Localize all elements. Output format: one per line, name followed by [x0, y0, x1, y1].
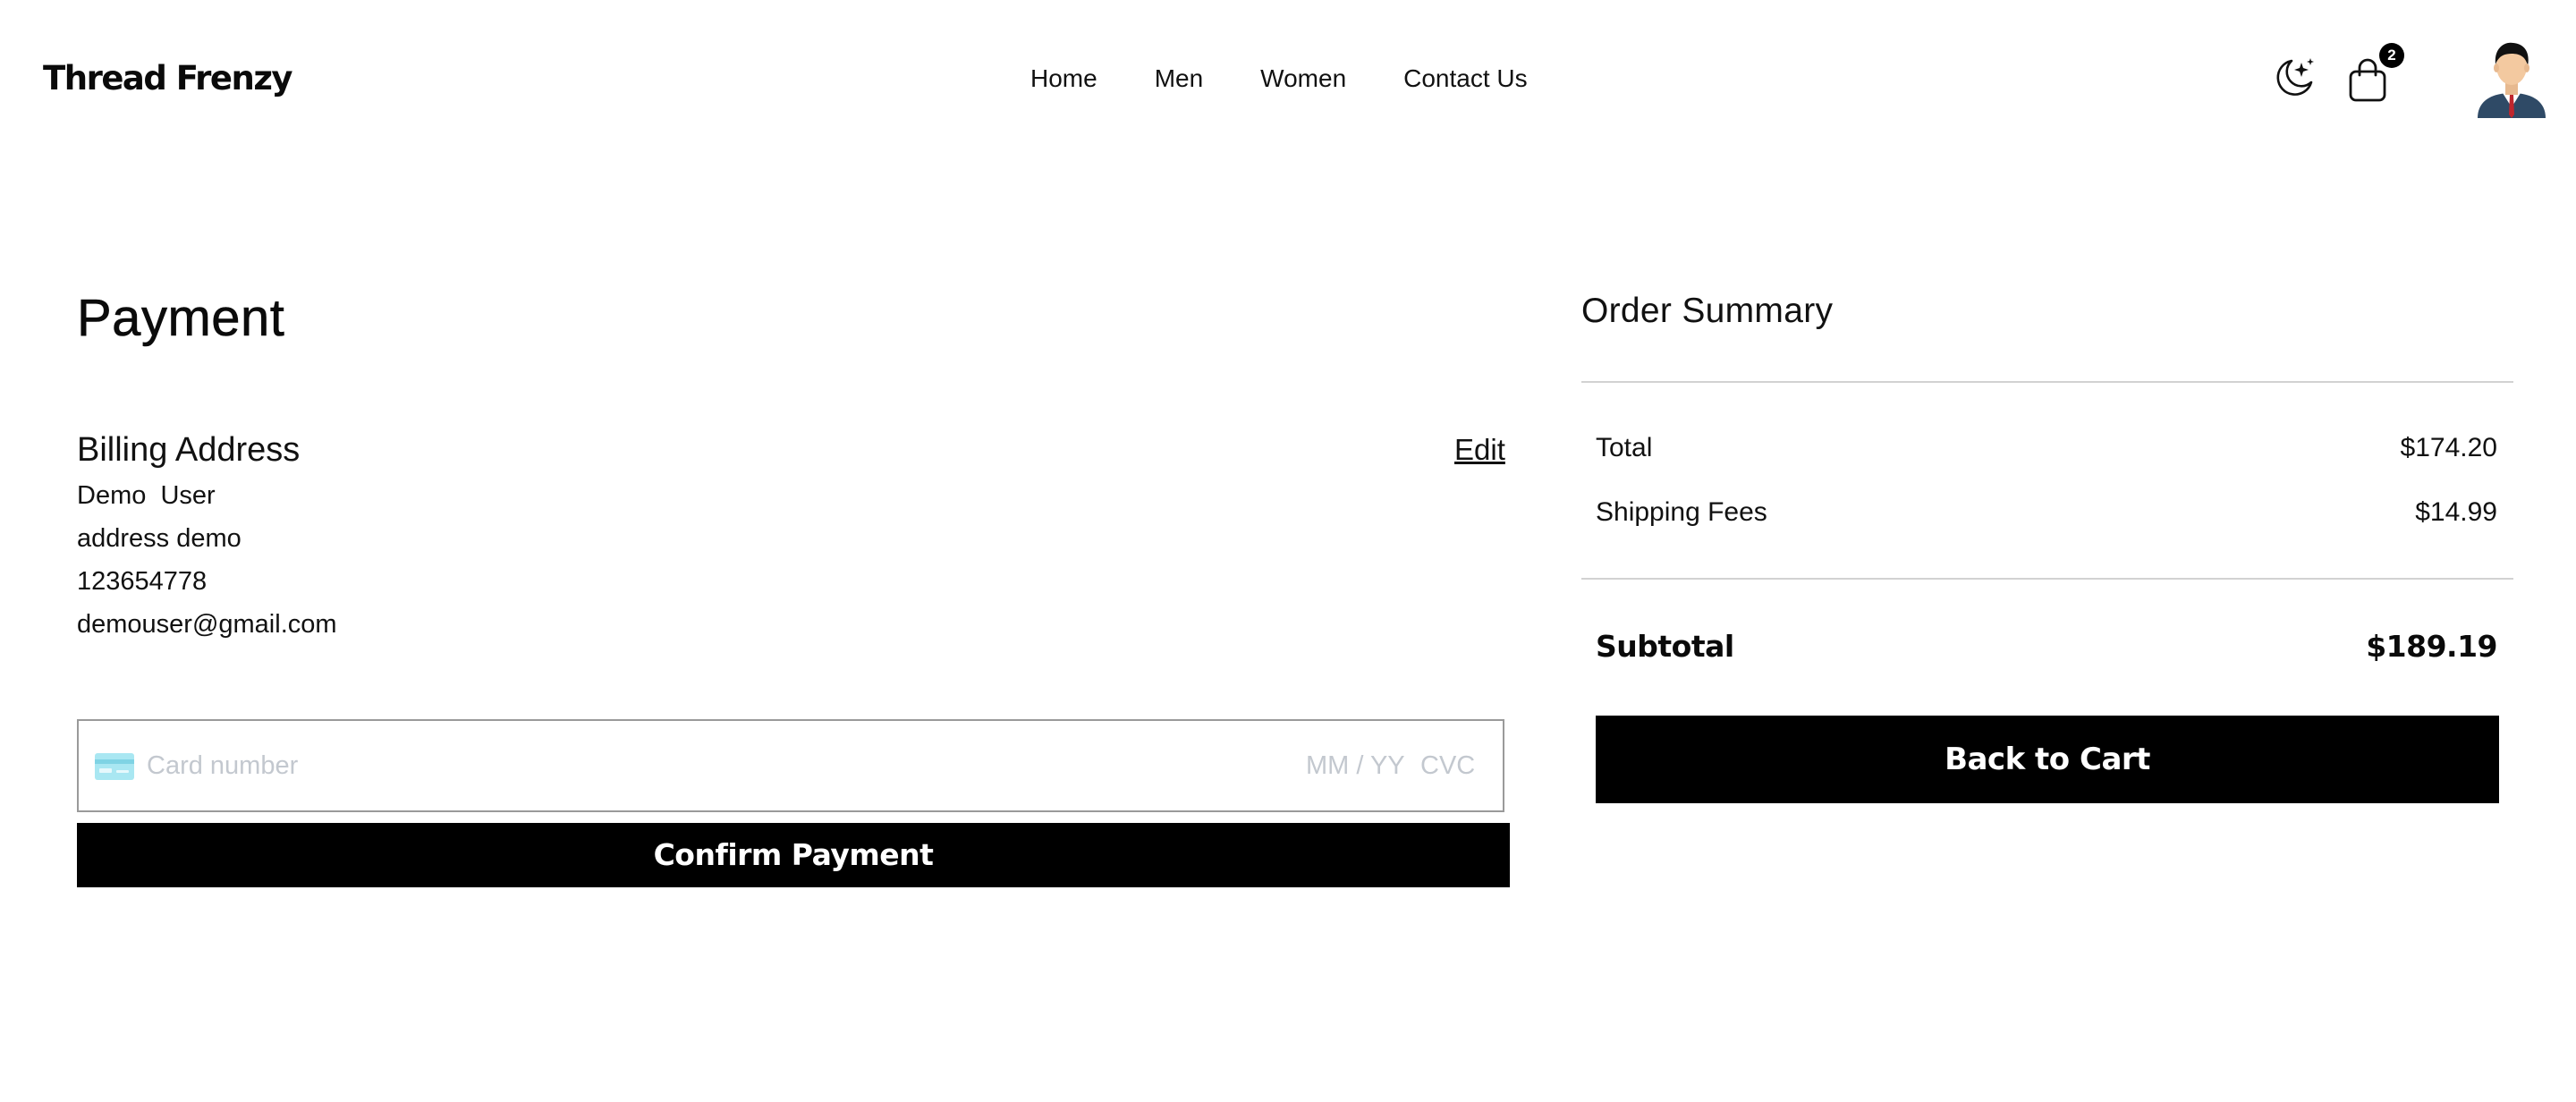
total-label: Total [1596, 433, 1653, 462]
edit-billing-link[interactable]: Edit [1454, 429, 1505, 470]
top-navbar: Thread Frenzy Home Men Women Contact Us … [0, 0, 2576, 157]
nav-women-link[interactable]: Women [1260, 61, 1346, 97]
billing-phone: 123654778 [77, 567, 208, 596]
billing-name: Demo User [77, 481, 216, 510]
summary-divider-top [1581, 381, 2513, 383]
user-avatar-icon[interactable] [2474, 39, 2549, 118]
billing-email: demouser@gmail.com [77, 610, 337, 639]
shipping-fees-label: Shipping Fees [1596, 497, 1767, 527]
nav-men-link[interactable]: Men [1155, 61, 1203, 97]
main-nav: Home Men Women Contact Us [1030, 61, 1528, 97]
brand-logo[interactable]: Thread Frenzy [43, 57, 293, 100]
subtotal-label: Subtotal [1596, 629, 1734, 664]
confirm-payment-button[interactable]: Confirm Payment [77, 823, 1510, 887]
nav-contact-link[interactable]: Contact Us [1403, 61, 1528, 97]
subtotal-value: $189.19 [2366, 629, 2497, 664]
card-cvc-input[interactable] [1420, 748, 1492, 784]
total-value: $174.20 [2400, 433, 2497, 462]
card-expiry-input[interactable] [1306, 748, 1410, 784]
nav-home-link[interactable]: Home [1030, 61, 1097, 97]
cart-count-badge: 2 [2379, 43, 2404, 68]
moon-stars-icon[interactable] [2272, 55, 2317, 100]
back-to-cart-button[interactable]: Back to Cart [1596, 716, 2499, 803]
billing-address-line: address demo [77, 524, 242, 553]
summary-divider-bottom [1581, 578, 2513, 580]
page-title: Payment [77, 289, 285, 348]
shipping-fees-value: $14.99 [2415, 497, 2497, 527]
card-input-field [77, 719, 1504, 812]
card-number-input[interactable] [147, 748, 1131, 784]
order-summary-title: Order Summary [1581, 292, 1834, 330]
credit-card-icon [95, 753, 134, 780]
billing-address-heading: Billing Address [77, 431, 301, 469]
